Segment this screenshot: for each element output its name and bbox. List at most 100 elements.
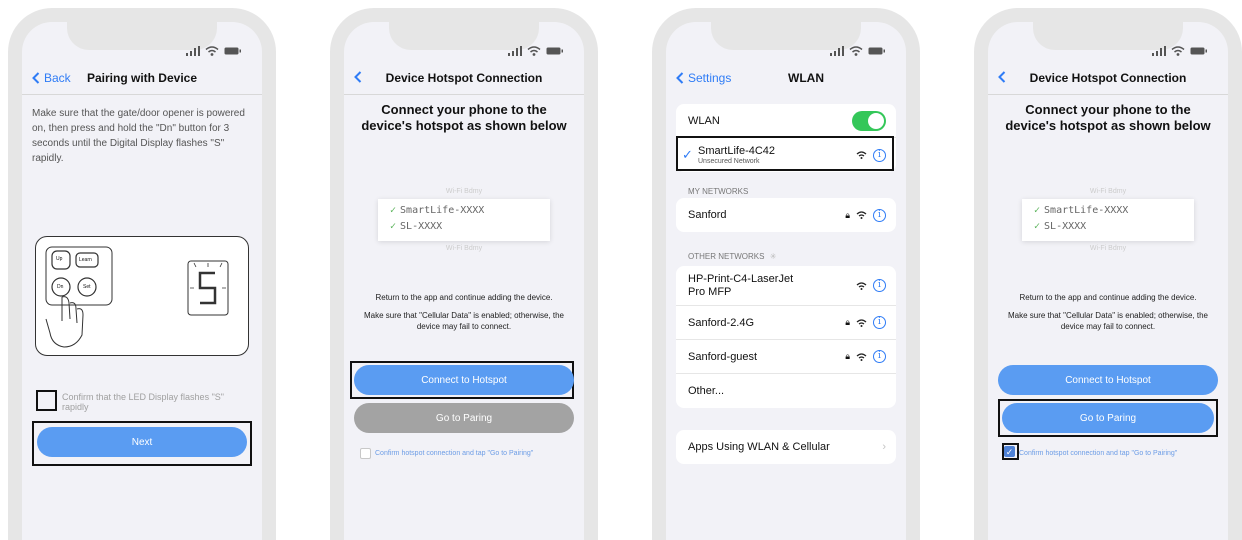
wifi-item-label: SmartLife-XXXX xyxy=(1044,205,1129,216)
phone-wlan-settings: Settings WLAN WLAN ✓ SmartLife-4C42 Unse… xyxy=(652,8,920,540)
network-name: Other... xyxy=(688,385,725,397)
wifi-list-example: Wi-Fi Bdmy ✓ SmartLife-XXXX ✓ SL-XXXX Wi-F… xyxy=(1022,184,1194,266)
network-row-sanford-guest[interactable]: Sanford-guest 🔒︎ i xyxy=(676,340,896,374)
key-learn-label: Learn xyxy=(79,257,92,263)
nav-divider xyxy=(988,94,1228,95)
wifi-item: ✓ SmartLife-XXXX xyxy=(378,203,550,219)
wifi-icon xyxy=(856,281,867,290)
network-name: Sanford-2.4G xyxy=(688,316,755,329)
wifi-item-label: SmartLife-XXXX xyxy=(400,205,485,216)
wifi-faded-bottom: Wi-Fi Bdmy xyxy=(1089,245,1127,252)
cellular-signal-icon xyxy=(1152,46,1166,56)
apps-using-wlan-row[interactable]: Apps Using WLAN & Cellular › xyxy=(676,430,896,464)
nav-bar: Settings WLAN xyxy=(666,68,906,90)
confirm-checkbox[interactable] xyxy=(360,448,371,459)
return-text: Return to the app and continue adding th… xyxy=(1019,293,1197,302)
go-to-paring-button[interactable]: Go to Paring xyxy=(354,403,574,433)
nav-bar: Back Pairing with Device xyxy=(22,68,262,90)
network-name: Sanford-guest xyxy=(688,350,758,363)
go-to-paring-button[interactable]: Go to Paring xyxy=(1002,403,1214,433)
phone-screen: Back Pairing with Device Make sure that … xyxy=(22,22,262,540)
instruction-text: Make sure that the gate/door opener is p… xyxy=(32,108,245,164)
wifi-faded-top: Wi-Fi Bdmy xyxy=(445,188,483,195)
phone-hotspot-connection: Device Hotspot Connection Connect your p… xyxy=(330,8,598,540)
wifi-icon xyxy=(856,318,867,327)
return-text: Return to the app and continue adding th… xyxy=(375,293,553,302)
my-networks-label: MY NETWORKS xyxy=(688,187,749,196)
check-icon: ✓ xyxy=(390,221,397,232)
page-title: Pairing with Device xyxy=(86,71,198,85)
wifi-icon xyxy=(856,211,867,219)
info-icon[interactable]: i xyxy=(873,279,886,292)
battery-icon xyxy=(224,47,241,55)
battery-icon xyxy=(868,47,885,55)
wifi-icon xyxy=(205,46,219,56)
status-bar xyxy=(1152,46,1208,56)
wifi-icon xyxy=(849,46,863,56)
info-icon[interactable]: i xyxy=(873,350,886,363)
apps-group: Apps Using WLAN & Cellular › xyxy=(676,430,896,464)
wifi-item: ✓ SL-XXXX xyxy=(378,219,550,235)
next-button[interactable]: Next xyxy=(37,427,247,457)
phone-screen: Device Hotspot Connection Connect your p… xyxy=(344,22,584,540)
phone-pairing-with-device: Back Pairing with Device Make sure that … xyxy=(8,8,276,540)
key-up-label: Up xyxy=(56,256,63,262)
network-row-sanford[interactable]: Sanford 🔒︎ i xyxy=(676,198,896,232)
confirm-checkbox[interactable] xyxy=(36,390,57,411)
wifi-icon xyxy=(527,46,541,56)
lock-icon: 🔒︎ xyxy=(845,351,850,361)
cellular-signal-icon xyxy=(830,46,844,56)
status-bar xyxy=(186,46,242,56)
phone-hotspot-confirmed: Device Hotspot Connection Connect your p… xyxy=(974,8,1242,540)
check-icon: ✓ xyxy=(1034,205,1041,216)
info-icon[interactable]: i xyxy=(873,208,886,222)
chevron-right-icon: › xyxy=(882,441,886,453)
wlan-toggle[interactable] xyxy=(852,110,886,131)
confirm-checkbox[interactable]: ✓ xyxy=(1004,446,1015,457)
wifi-icon xyxy=(856,352,867,361)
wifi-list-example: Wi-Fi Bdmy ✓ SmartLife-XXXX ✓ SL-XXXX Wi-F… xyxy=(378,184,550,266)
hotspot-heading: Connect your phone to the device's hotsp… xyxy=(361,102,567,133)
network-row-sanford-2g[interactable]: Sanford-2.4G 🔒︎ i xyxy=(676,306,896,340)
cellular-signal-icon xyxy=(508,46,522,56)
battery-icon xyxy=(1190,47,1207,55)
confirm-label: Confirm that the LED Display flashes "S"… xyxy=(62,392,224,412)
network-name: Sanford xyxy=(688,209,727,221)
other-networks-label: OTHER NETWORKS ✳ xyxy=(688,252,776,261)
phone-screen: Settings WLAN WLAN ✓ SmartLife-4C42 Unse… xyxy=(666,22,906,540)
network-row-hp-print[interactable]: HP-Print-C4-LaserJet Pro MFP i xyxy=(676,266,896,306)
warning-text: Make sure that "Cellular Data" is enable… xyxy=(1007,311,1208,331)
wifi-item-label: SL-XXXX xyxy=(1044,221,1087,232)
status-bar xyxy=(830,46,886,56)
my-networks-group: Sanford 🔒︎ i xyxy=(676,198,896,232)
nav-divider xyxy=(344,94,584,95)
nav-divider xyxy=(22,94,262,95)
lock-icon: 🔒︎ xyxy=(845,209,850,220)
wlan-toggle-row: WLAN xyxy=(676,104,896,138)
nav-bar: Device Hotspot Connection xyxy=(988,68,1228,90)
wifi-item: ✓ SmartLife-XXXX xyxy=(1022,203,1194,219)
status-bar xyxy=(508,46,564,56)
loading-spinner-icon: ✳ xyxy=(769,252,777,261)
hotspot-heading: Connect your phone to the device's hotsp… xyxy=(1005,102,1211,133)
confirm-label: Confirm hotspot connection and tap "Go t… xyxy=(1019,450,1178,457)
chevron-left-icon xyxy=(676,72,684,84)
display-char: S xyxy=(232,337,233,338)
wifi-item-label: SL-XXXX xyxy=(400,221,443,232)
info-icon[interactable]: i xyxy=(873,316,886,329)
network-name: HP-Print-C4-LaserJet Pro MFP xyxy=(688,272,794,298)
lock-icon: 🔒︎ xyxy=(845,317,850,327)
confirm-label: Confirm hotspot connection and tap "Go t… xyxy=(375,450,534,457)
wlan-label: WLAN xyxy=(688,114,720,127)
network-row-other[interactable]: Other... xyxy=(676,374,896,408)
wifi-item: ✓ SL-XXXX xyxy=(1022,219,1194,235)
wifi-icon xyxy=(1171,46,1185,56)
phone-screen: Device Hotspot Connection Connect your p… xyxy=(988,22,1228,540)
key-set-label: Set xyxy=(83,284,91,290)
cellular-signal-icon xyxy=(186,46,200,56)
connect-to-hotspot-button[interactable]: Connect to Hotspot xyxy=(354,365,574,395)
nav-bar: Device Hotspot Connection xyxy=(344,68,584,90)
connect-to-hotspot-button[interactable]: Connect to Hotspot xyxy=(998,365,1218,395)
key-dn-label: Dn xyxy=(57,284,64,290)
keypad-diagram xyxy=(45,246,229,348)
